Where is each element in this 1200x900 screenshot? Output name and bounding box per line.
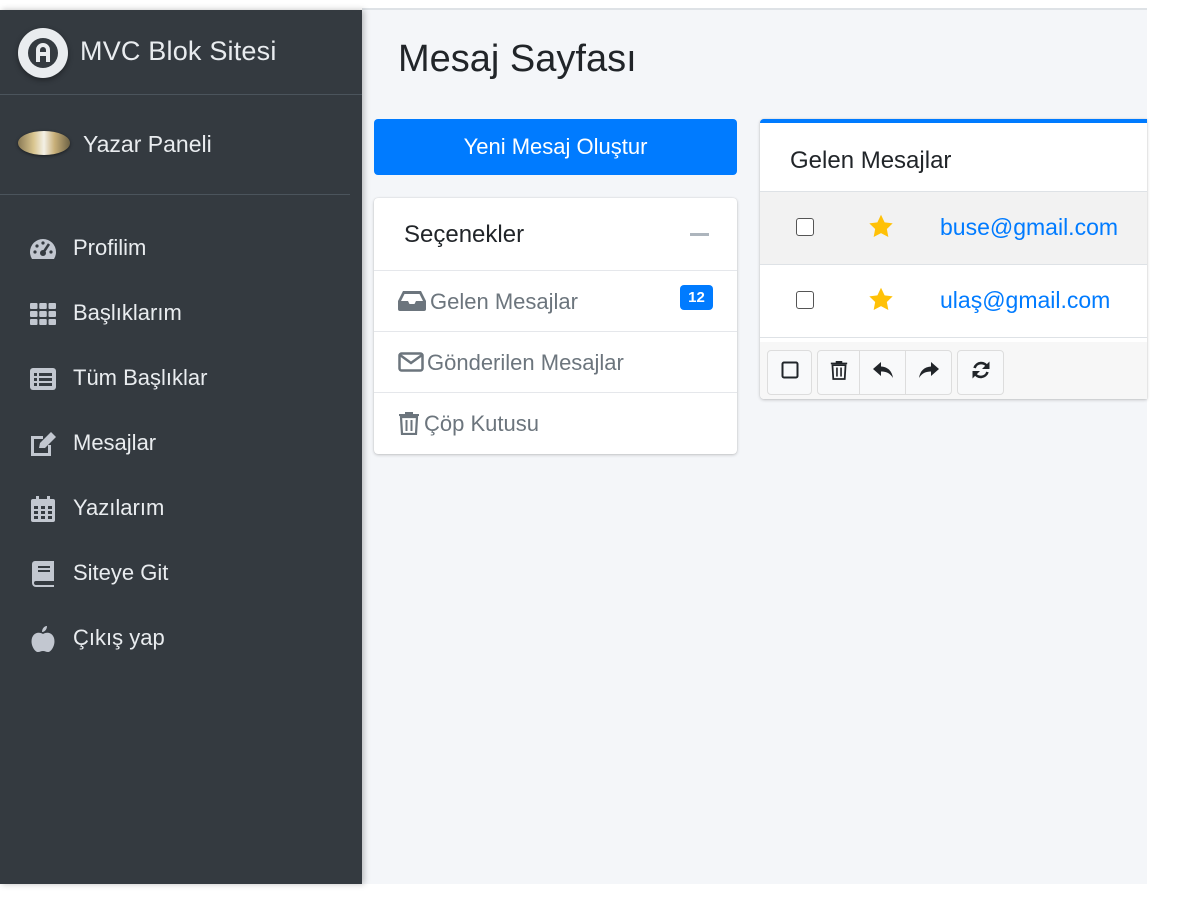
sidebar-item-label: Siteye Git — [73, 560, 169, 585]
sidebar: MVC Blok Sitesi Yazar Paneli Profilim Ba… — [0, 10, 362, 884]
edit-icon — [28, 429, 58, 459]
refresh-icon — [971, 360, 991, 385]
user-name[interactable]: Yazar Paneli — [83, 131, 212, 158]
sidebar-item-basliklarim[interactable]: Başlıklarım — [0, 285, 362, 350]
inbox-card-header: Gelen Mesajlar — [760, 123, 1147, 192]
trash-icon — [830, 360, 848, 385]
message-checkbox[interactable] — [796, 218, 814, 236]
option-label: Çöp Kutusu — [424, 411, 539, 436]
sidebar-item-tum-basliklar[interactable]: Tüm Başlıklar — [0, 350, 362, 415]
user-panel: Yazar Paneli — [0, 95, 350, 195]
mailbox-toolbar — [760, 342, 1147, 399]
apple-icon — [28, 624, 58, 654]
options-title: Seçenekler — [404, 221, 525, 248]
options-card-header: Seçenekler — [374, 198, 737, 271]
forward-button[interactable] — [905, 350, 952, 395]
sidebar-item-cikis-yap[interactable]: Çıkış yap — [0, 610, 362, 675]
calendar-icon — [28, 494, 58, 524]
sidebar-item-label: Başlıklarım — [73, 300, 182, 325]
check-square-icon — [781, 361, 799, 384]
message-sender-link[interactable]: ulaş@gmail.com — [940, 287, 1110, 314]
reply-button[interactable] — [859, 350, 906, 395]
letter-a-logo-icon — [18, 28, 68, 78]
trash-icon — [398, 411, 426, 435]
inbox-title: Gelen Mesajlar — [790, 147, 952, 174]
option-inbox[interactable]: Gelen Mesajlar 12 — [374, 271, 737, 332]
envelope-icon — [398, 350, 426, 374]
table-row[interactable]: ulaş@gmail.com — [760, 265, 1147, 338]
brand-link[interactable]: MVC Blok Sitesi — [0, 10, 362, 95]
sidebar-item-label: Mesajlar — [73, 430, 157, 455]
sidebar-item-yazilarim[interactable]: Yazılarım — [0, 480, 362, 545]
sidebar-item-siteye-git[interactable]: Siteye Git — [0, 545, 362, 610]
sidebar-nav: Profilim Başlıklarım Tüm Başlıklar Mesaj… — [0, 220, 362, 675]
collapse-minus-icon[interactable] — [690, 233, 709, 236]
page-title: Mesaj Sayfası — [398, 38, 637, 80]
sidebar-item-mesajlar[interactable]: Mesajlar — [0, 415, 362, 480]
sidebar-item-profilim[interactable]: Profilim — [0, 220, 362, 285]
share-icon — [918, 361, 940, 384]
brand-title[interactable]: MVC Blok Sitesi — [80, 36, 277, 67]
star-icon[interactable] — [867, 213, 895, 241]
refresh-button[interactable] — [957, 350, 1004, 395]
grid-icon — [28, 299, 58, 329]
table-row[interactable]: buse@gmail.com — [760, 192, 1147, 265]
list-alt-icon — [28, 364, 58, 394]
new-message-button[interactable]: Yeni Mesaj Oluştur — [374, 119, 737, 175]
option-trash[interactable]: Çöp Kutusu — [374, 393, 737, 454]
star-icon[interactable] — [867, 286, 895, 314]
unread-count-badge: 12 — [680, 285, 713, 310]
option-sent[interactable]: Gönderilen Mesajlar — [374, 332, 737, 393]
option-label: Gelen Mesajlar — [430, 289, 578, 314]
inbox-icon — [398, 289, 426, 313]
option-label: Gönderilen Mesajlar — [427, 350, 624, 375]
sidebar-item-label: Profilim — [73, 235, 147, 260]
options-card: Seçenekler Gelen Mesajlar 12 Gönderilen … — [374, 198, 737, 454]
inbox-card: Gelen Mesajlar buse@gmail.com ulaş@gmail… — [760, 119, 1147, 399]
sidebar-item-label: Yazılarım — [73, 495, 165, 520]
book-icon — [28, 559, 58, 589]
top-navbar-border — [362, 8, 1147, 10]
tachometer-icon — [28, 234, 58, 264]
reply-icon — [872, 361, 894, 384]
message-checkbox[interactable] — [796, 291, 814, 309]
sidebar-item-label: Tüm Başlıklar — [73, 365, 208, 390]
check-all-button[interactable] — [767, 350, 812, 395]
avatar[interactable] — [18, 131, 70, 155]
delete-button[interactable] — [817, 350, 860, 395]
sidebar-item-label: Çıkış yap — [73, 625, 165, 650]
message-sender-link[interactable]: buse@gmail.com — [940, 214, 1118, 241]
